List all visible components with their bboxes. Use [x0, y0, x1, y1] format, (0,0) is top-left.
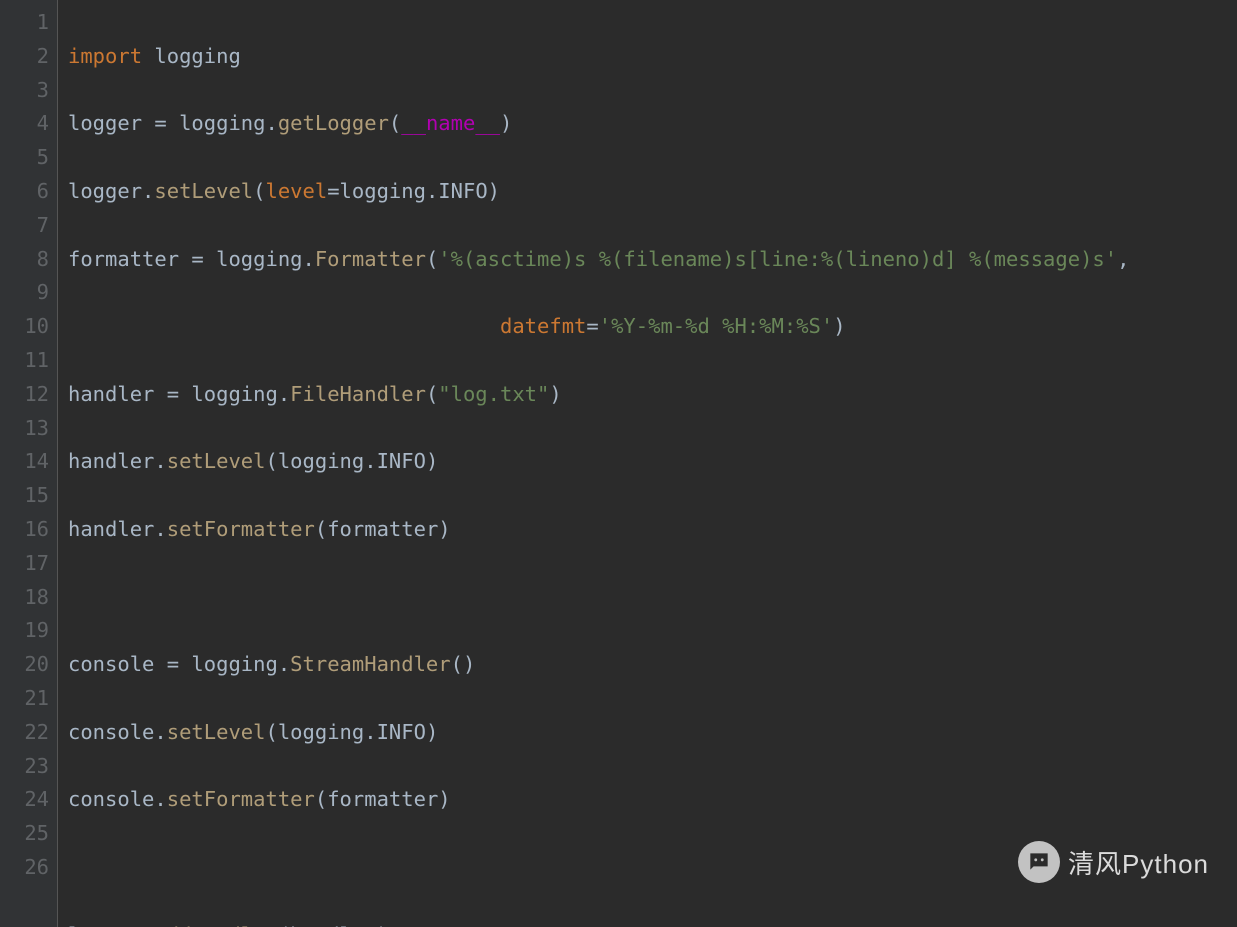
line-number: 8 [0, 243, 49, 277]
line-number: 5 [0, 141, 49, 175]
line-number: 11 [0, 344, 49, 378]
code-line[interactable]: logger = logging.getLogger(__name__) [68, 107, 1237, 141]
func-StreamHandler: StreamHandler [290, 652, 450, 676]
code-line-blank[interactable] [68, 851, 1237, 885]
module-name: logging [154, 44, 240, 68]
dunder-name: __name__ [401, 111, 500, 135]
line-number: 2 [0, 40, 49, 74]
line-number: 22 [0, 716, 49, 750]
kwarg-datefmt: datefmt [500, 314, 586, 338]
keyword-import: import [68, 44, 142, 68]
line-number: 9 [0, 276, 49, 310]
line-number: 16 [0, 513, 49, 547]
line-number: 4 [0, 107, 49, 141]
line-number: 21 [0, 682, 49, 716]
func-setLevel: setLevel [167, 720, 266, 744]
func-Formatter: Formatter [315, 247, 426, 271]
line-number: 14 [0, 445, 49, 479]
code-line[interactable]: formatter = logging.Formatter('%(asctime… [68, 243, 1237, 277]
code-editor: 1 2 3 4 5 6 7 8 9 10 11 12 13 14 15 16 1… [0, 0, 1237, 927]
code-line[interactable]: handler.setFormatter(formatter) [68, 513, 1237, 547]
string-datefmt: '%Y-%m-%d %H:%M:%S' [599, 314, 834, 338]
line-number: 18 [0, 581, 49, 615]
line-number: 24 [0, 783, 49, 817]
func-setFormatter: setFormatter [167, 787, 315, 811]
func-setLevel: setLevel [167, 449, 266, 473]
string-format: '%(asctime)s %(filename)s[line:%(lineno)… [438, 247, 1117, 271]
line-number: 17 [0, 547, 49, 581]
code-line[interactable]: handler = logging.FileHandler("log.txt") [68, 378, 1237, 412]
func-FileHandler: FileHandler [290, 382, 426, 406]
code-line[interactable]: console = logging.StreamHandler() [68, 648, 1237, 682]
code-line[interactable]: handler.setLevel(logging.INFO) [68, 445, 1237, 479]
line-number: 15 [0, 479, 49, 513]
code-area[interactable]: import logging logger = logging.getLogge… [58, 0, 1237, 927]
line-number: 7 [0, 209, 49, 243]
line-number: 12 [0, 378, 49, 412]
func-setFormatter: setFormatter [167, 517, 315, 541]
kwarg-level: level [266, 179, 328, 203]
func-setLevel: setLevel [154, 179, 253, 203]
code-line[interactable]: console.setLevel(logging.INFO) [68, 716, 1237, 750]
code-line[interactable]: logger.addHandler(handler) [68, 919, 1237, 927]
line-number: 10 [0, 310, 49, 344]
code-line[interactable]: console.setFormatter(formatter) [68, 783, 1237, 817]
line-number: 19 [0, 614, 49, 648]
line-number: 23 [0, 750, 49, 784]
line-number: 20 [0, 648, 49, 682]
func-getLogger: getLogger [278, 111, 389, 135]
line-number-gutter: 1 2 3 4 5 6 7 8 9 10 11 12 13 14 15 16 1… [0, 0, 58, 927]
code-line[interactable]: logger.setLevel(level=logging.INFO) [68, 175, 1237, 209]
string-filename: "log.txt" [438, 382, 549, 406]
line-number: 13 [0, 412, 49, 446]
line-number: 3 [0, 74, 49, 108]
code-line-blank[interactable] [68, 581, 1237, 615]
line-number: 25 [0, 817, 49, 851]
func-addHandler: addHandler [154, 923, 277, 927]
code-line[interactable]: datefmt='%Y-%m-%d %H:%M:%S') [68, 310, 1237, 344]
code-line[interactable]: import logging [68, 40, 1237, 74]
line-number: 6 [0, 175, 49, 209]
line-number: 26 [0, 851, 49, 885]
line-number: 1 [0, 6, 49, 40]
